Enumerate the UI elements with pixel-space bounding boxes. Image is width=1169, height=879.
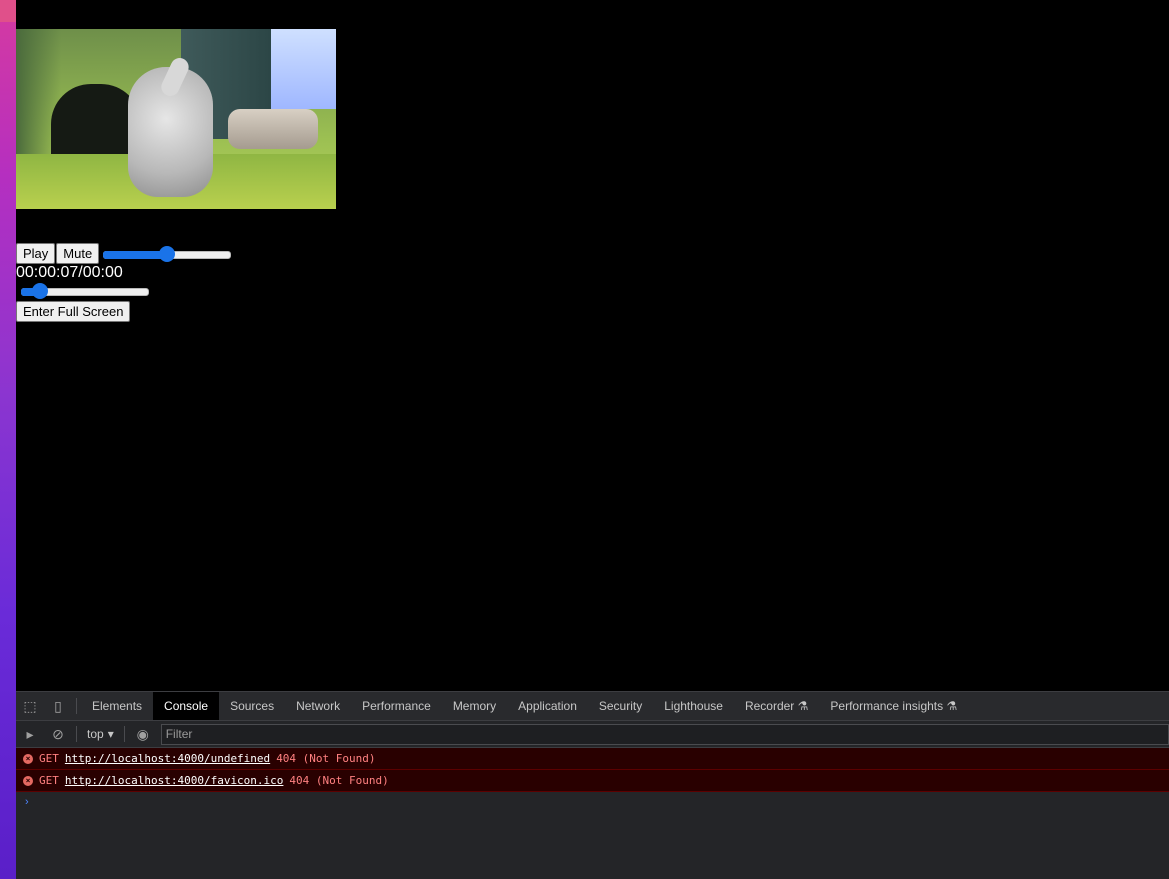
clear-console-icon[interactable]: ⊘ — [44, 720, 72, 748]
error-icon: × — [23, 753, 33, 764]
console-error-row: × GET http://localhost:4000/undefined 404 (… — [16, 748, 1169, 770]
volume-slider[interactable] — [103, 245, 232, 262]
filter-input[interactable]: Filter — [160, 723, 1169, 745]
desktop-background-strip — [0, 0, 16, 879]
devtools-panel: ⬚ ▯ Elements Console Sources Network Perform… — [16, 691, 1169, 879]
context-label: top — [87, 727, 104, 741]
play-button[interactable]: Play — [16, 243, 56, 264]
toolbar-divider — [76, 726, 77, 742]
request-url-link[interactable]: http://localhost:4000/undefined — [65, 752, 270, 765]
request-method: GET — [39, 752, 59, 765]
inspect-element-icon[interactable]: ⬚ — [16, 692, 44, 720]
video-frame-rock — [228, 109, 318, 149]
live-expression-eye-icon[interactable]: ◉ — [129, 720, 157, 748]
tab-sources[interactable]: Sources — [219, 692, 285, 720]
tab-console[interactable]: Console — [153, 692, 220, 720]
player-controls: Play Mute — [16, 243, 232, 264]
seek-slider-thumb[interactable] — [32, 283, 48, 299]
toolbar-divider — [123, 726, 125, 742]
sidebar-toggle-icon[interactable]: ▸ — [16, 720, 44, 748]
tab-memory[interactable]: Memory — [442, 692, 507, 720]
request-url-link[interactable]: http://localhost:4000/favicon.ico — [65, 774, 284, 787]
time-display: 00:00:07/00:00 — [16, 264, 123, 281]
device-toolbar-icon[interactable]: ▯ — [44, 692, 72, 720]
fullscreen-button[interactable]: Enter Full Screen — [16, 301, 131, 322]
tab-recorder[interactable]: Recorder ⚗ — [734, 692, 819, 720]
error-icon: × — [23, 775, 33, 786]
console-toolbar: ▸ ⊘ top ▾ ◉ Filter — [16, 721, 1169, 748]
desktop-accent — [0, 0, 16, 22]
tab-performance[interactable]: Performance — [351, 692, 442, 720]
response-status: 404 (Not Found) — [289, 774, 389, 787]
tab-network[interactable]: Network — [285, 692, 351, 720]
console-prompt[interactable]: › — [16, 792, 1169, 812]
volume-slider-thumb[interactable] — [159, 245, 176, 262]
console-error-row: × GET http://localhost:4000/favicon.ico 404… — [16, 770, 1169, 792]
console-messages: × GET http://localhost:4000/undefined 404 (… — [16, 748, 1169, 792]
prompt-chevron-icon: › — [25, 796, 29, 808]
page-viewport: Play Mute 00:00:07/00:00 Enter Full Scre… — [16, 0, 1169, 691]
context-selector[interactable]: top ▾ — [81, 727, 120, 741]
tab-divider — [76, 698, 77, 714]
tab-performance-insights[interactable]: Performance insights ⚗ — [819, 692, 968, 720]
tab-elements[interactable]: Elements — [81, 692, 153, 720]
seek-slider[interactable] — [21, 283, 149, 299]
tab-application[interactable]: Application — [507, 692, 588, 720]
tab-security[interactable]: Security — [588, 692, 653, 720]
request-method: GET — [39, 774, 59, 787]
devtools-tab-bar: ⬚ ▯ Elements Console Sources Network Perform… — [16, 691, 1169, 721]
video-player[interactable] — [16, 29, 336, 209]
tab-lighthouse[interactable]: Lighthouse — [653, 692, 734, 720]
chevron-down-icon: ▾ — [107, 727, 114, 741]
devtools-tabs: Elements Console Sources Network Performance… — [81, 692, 968, 720]
mute-button[interactable]: Mute — [56, 243, 100, 264]
response-status: 404 (Not Found) — [276, 752, 376, 765]
volume-slider-fill — [103, 250, 168, 259]
